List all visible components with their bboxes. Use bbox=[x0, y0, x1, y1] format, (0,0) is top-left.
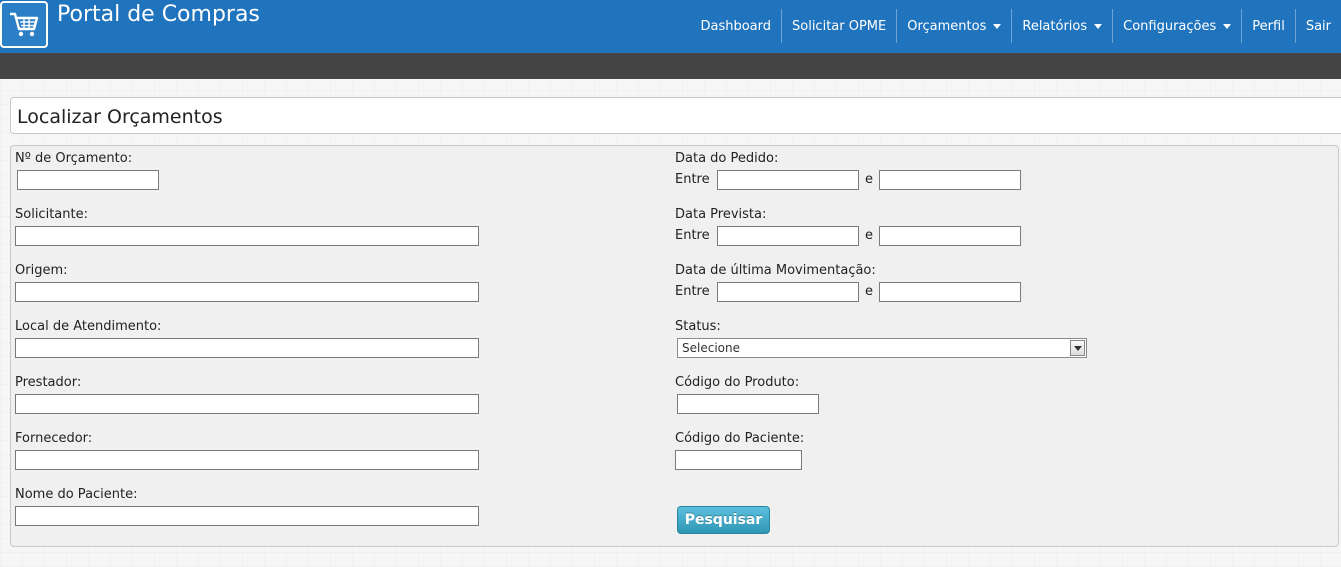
nav-item-label: Orçamentos bbox=[907, 18, 987, 34]
top-navbar: Portal de Compras Dashboard Solicitar OP… bbox=[0, 0, 1341, 53]
nav-item-label: Dashboard bbox=[700, 18, 771, 34]
data-prevista-label: Data Prevista: bbox=[675, 207, 767, 222]
nav-item-sair[interactable]: Sair bbox=[1294, 9, 1341, 43]
prestador-label: Prestador: bbox=[15, 375, 82, 390]
nav-item-label: Perfil bbox=[1252, 18, 1285, 34]
brand-title[interactable]: Portal de Compras bbox=[57, 2, 260, 27]
caret-down-icon bbox=[1223, 23, 1232, 29]
data-prevista-to-input[interactable] bbox=[879, 226, 1021, 246]
local-atendimento-input[interactable] bbox=[15, 338, 479, 358]
data-prevista-from-input[interactable] bbox=[717, 226, 859, 246]
status-selected-value: Selecione bbox=[682, 341, 740, 355]
codigo-paciente-input[interactable] bbox=[675, 450, 802, 470]
data-pedido-to-input[interactable] bbox=[879, 170, 1021, 190]
sub-navbar bbox=[0, 53, 1341, 79]
data-pedido-from-input[interactable] bbox=[717, 170, 859, 190]
nav-item-orcamentos[interactable]: Orçamentos bbox=[896, 9, 1011, 43]
nav-item-label: Configurações bbox=[1123, 18, 1217, 34]
nav-item-dashboard[interactable]: Dashboard bbox=[690, 9, 781, 43]
page-title: Localizar Orçamentos bbox=[17, 106, 223, 128]
fornecedor-label: Fornecedor: bbox=[15, 431, 93, 446]
chevron-down-icon[interactable] bbox=[1070, 340, 1085, 356]
numero-orcamento-input[interactable] bbox=[17, 170, 159, 190]
solicitante-label: Solicitante: bbox=[15, 207, 88, 222]
data-ultima-movimentacao-to-input[interactable] bbox=[879, 282, 1021, 302]
nav-item-perfil[interactable]: Perfil bbox=[1241, 9, 1295, 43]
data-ultima-movimentacao-e-label: e bbox=[865, 284, 873, 299]
origem-input[interactable] bbox=[15, 282, 479, 302]
nav-item-configuracoes[interactable]: Configurações bbox=[1112, 9, 1241, 43]
page-title-panel: Localizar Orçamentos bbox=[10, 97, 1341, 134]
data-pedido-label: Data do Pedido: bbox=[675, 151, 779, 166]
shopping-cart-icon bbox=[10, 12, 39, 37]
data-prevista-entre-label: Entre bbox=[675, 228, 710, 243]
solicitante-input[interactable] bbox=[15, 226, 479, 246]
data-ultima-movimentacao-entre-label: Entre bbox=[675, 284, 710, 299]
status-select[interactable]: Selecione bbox=[677, 338, 1087, 358]
codigo-produto-input[interactable] bbox=[677, 394, 819, 414]
nav-item-relatorios[interactable]: Relatórios bbox=[1011, 9, 1112, 43]
data-prevista-e-label: e bbox=[865, 228, 873, 243]
nav-item-label: Sair bbox=[1305, 18, 1331, 34]
main-nav: Dashboard Solicitar OPME Orçamentos Rela… bbox=[690, 9, 1341, 43]
local-atendimento-label: Local de Atendimento: bbox=[15, 319, 162, 334]
nav-item-solicitar-opme[interactable]: Solicitar OPME bbox=[781, 9, 896, 43]
codigo-produto-label: Código do Produto: bbox=[675, 375, 800, 390]
caret-down-icon bbox=[1094, 23, 1103, 29]
logo[interactable] bbox=[0, 1, 48, 48]
caret-down-icon bbox=[993, 23, 1002, 29]
nome-paciente-label: Nome do Paciente: bbox=[15, 487, 138, 502]
nav-item-label: Relatórios bbox=[1022, 18, 1088, 34]
pesquisar-button[interactable]: Pesquisar bbox=[677, 506, 770, 534]
data-pedido-e-label: e bbox=[865, 172, 873, 187]
origem-label: Origem: bbox=[15, 263, 68, 278]
data-ultima-movimentacao-from-input[interactable] bbox=[717, 282, 859, 302]
fornecedor-input[interactable] bbox=[15, 450, 479, 470]
status-label: Status: bbox=[675, 319, 721, 334]
prestador-input[interactable] bbox=[15, 394, 479, 414]
data-pedido-entre-label: Entre bbox=[675, 172, 710, 187]
codigo-paciente-label: Código do Paciente: bbox=[675, 431, 805, 446]
data-ultima-movimentacao-label: Data de última Movimentação: bbox=[675, 263, 876, 278]
nav-item-label: Solicitar OPME bbox=[792, 18, 887, 34]
nome-paciente-input[interactable] bbox=[15, 506, 479, 526]
numero-orcamento-label: Nº de Orçamento: bbox=[15, 151, 133, 166]
